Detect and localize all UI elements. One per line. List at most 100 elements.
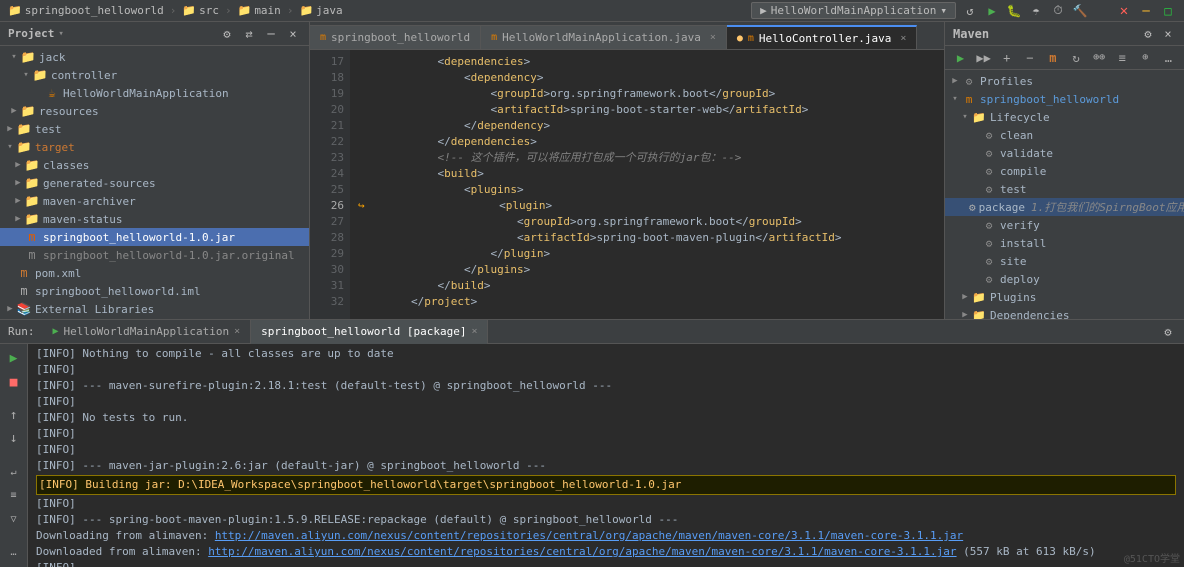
maven-item-install[interactable]: ⚙ install	[945, 234, 1184, 252]
generate-sources-button[interactable]: ⊕⊕	[1090, 49, 1109, 67]
title-bar-controls: ▶ HelloWorldMainApplication ▾ ↺ ▶ 🐛 ☂ ⏱ …	[751, 2, 1176, 19]
settings-button[interactable]: ≡	[1113, 49, 1132, 67]
tree-item-resources[interactable]: ▶ 📁 resources	[0, 102, 309, 120]
maven-item-plugins[interactable]: ▶ 📁 Plugins	[945, 288, 1184, 306]
tree-item-jar[interactable]: m springboot_helloworld-1.0.jar	[0, 228, 309, 246]
run-play-button[interactable]: ▶	[3, 348, 25, 369]
profile-button[interactable]: ⏱	[1050, 3, 1066, 19]
run-tab-helloworldmain[interactable]: ▶ HelloWorldMainApplication ×	[43, 320, 252, 344]
tree-view-button[interactable]: ≡	[3, 485, 25, 506]
folder-icon: 📁	[16, 122, 32, 136]
tree-item-classes[interactable]: ▶ 📁 classes	[0, 156, 309, 174]
maven-item-validate[interactable]: ⚙ validate	[945, 144, 1184, 162]
tab-close-icon[interactable]: ×	[900, 33, 906, 44]
tab-springboot-helloworld[interactable]: m springboot_helloworld	[310, 25, 481, 49]
add-config-button[interactable]: ⊕	[1136, 49, 1155, 67]
maven-item-deploy[interactable]: ⚙ deploy	[945, 270, 1184, 288]
watermark: @51CTO学堂	[1124, 550, 1180, 565]
arrow-icon: ▶	[4, 304, 16, 314]
debug-button[interactable]: 🐛	[1006, 3, 1022, 19]
scroll-up-button[interactable]: ↑	[3, 405, 25, 426]
tree-item-iml[interactable]: m springboot_helloworld.iml	[0, 282, 309, 300]
refresh-button[interactable]: ↻	[1066, 49, 1085, 67]
filter-button[interactable]: ▽	[3, 508, 25, 529]
coverage-button[interactable]: ☂	[1028, 3, 1044, 19]
tab-close-icon[interactable]: ×	[471, 326, 477, 337]
maven-item-verify[interactable]: ⚙ verify	[945, 216, 1184, 234]
maven-item-lifecycle[interactable]: ▾ 📁 Lifecycle	[945, 108, 1184, 126]
tab-label: HelloController.java	[759, 32, 891, 45]
libs-icon: 📚	[16, 302, 32, 316]
build-refresh-button[interactable]: ↺	[962, 3, 978, 19]
title-bar: 📁 springboot_helloworld › 📁 src › 📁 main…	[0, 0, 1184, 22]
run-goal-button[interactable]: ▶	[951, 49, 970, 67]
maximize-button[interactable]: □	[1160, 3, 1176, 19]
run-side-toolbar: ▶ ■ ↑ ↓ ↵ ≡ ▽ …	[0, 344, 28, 567]
run-tab-package[interactable]: springboot_helloworld [package] ×	[251, 320, 488, 344]
tree-item-jar-original[interactable]: m springboot_helloworld-1.0.jar.original	[0, 246, 309, 264]
tree-item-pom[interactable]: m pom.xml	[0, 264, 309, 282]
maven-item-package[interactable]: ⚙ package 1.打包我们的SpirngBoot应用	[945, 198, 1184, 216]
settings-icon[interactable]: ⚙	[219, 26, 235, 42]
arrow-icon: ▶	[12, 214, 24, 224]
close-button[interactable]: ✕	[1116, 3, 1132, 19]
tree-item-jack[interactable]: ▾ 📁 jack	[0, 48, 309, 66]
more-button[interactable]: …	[1159, 49, 1178, 67]
gear-icon: ⚙	[969, 201, 976, 214]
download-link[interactable]: http://maven.aliyun.com/nexus/content/re…	[215, 529, 963, 542]
tree-label: classes	[43, 159, 89, 172]
tree-item-target[interactable]: ▾ 📁 target	[0, 138, 309, 156]
maven-item-test[interactable]: ⚙ test	[945, 180, 1184, 198]
folder-icon: 📁	[16, 140, 32, 154]
tree-item-maven-status[interactable]: ▶ 📁 maven-status	[0, 210, 309, 228]
tab-hellocontroller[interactable]: ● m HelloController.java ×	[727, 25, 918, 49]
run-button[interactable]: ▶	[984, 3, 1000, 19]
maven-item-clean[interactable]: ⚙ clean	[945, 126, 1184, 144]
minimize-button[interactable]: ─	[1138, 3, 1154, 19]
tree-label: test	[35, 123, 62, 136]
run-config-selector[interactable]: ▶ HelloWorldMainApplication ▾	[751, 2, 956, 19]
maven-close-icon[interactable]: ×	[1160, 26, 1176, 42]
maven-item-compile[interactable]: ⚙ compile	[945, 162, 1184, 180]
tree-item-generated-sources[interactable]: ▶ 📁 generated-sources	[0, 174, 309, 192]
code-line: <build>	[358, 166, 944, 182]
arrow-icon: ▾	[8, 52, 20, 62]
run-settings-icon[interactable]: ⚙	[1160, 324, 1176, 340]
add-button[interactable]: +	[997, 49, 1016, 67]
minus-button[interactable]: −	[1020, 49, 1039, 67]
downloaded-link[interactable]: http://maven.aliyun.com/nexus/content/re…	[208, 545, 956, 558]
settings-button[interactable]: …	[3, 542, 25, 563]
minimize-panel-icon[interactable]: ─	[263, 26, 279, 42]
tree-item-maven-archiver[interactable]: ▶ 📁 maven-archiver	[0, 192, 309, 210]
tree-label: springboot_helloworld-1.0.jar.original	[43, 249, 295, 262]
maven-item-project[interactable]: ▾ m springboot_helloworld	[945, 90, 1184, 108]
tree-item-controller[interactable]: ▾ 📁 controller	[0, 66, 309, 84]
wrap-text-button[interactable]: ↵	[3, 461, 25, 482]
run-tab-icon: ▶	[53, 326, 59, 337]
stop-button[interactable]: ■	[3, 371, 25, 392]
tab-icon: m	[491, 32, 497, 43]
editor-tabs: m springboot_helloworld m HelloWorldMain…	[310, 22, 944, 50]
build-button[interactable]: 🔨	[1072, 3, 1088, 19]
tree-item-helloworldmain[interactable]: ☕ HelloWorldMainApplication	[0, 84, 309, 102]
tab-helloworldmain[interactable]: m HelloWorldMainApplication.java ×	[481, 25, 727, 49]
maven-item-profiles[interactable]: ▶ ⚙ Profiles	[945, 72, 1184, 90]
arrow-icon: ▶	[12, 160, 24, 170]
maven-settings-icon[interactable]: ⚙	[1140, 26, 1156, 42]
tree-item-external-libs[interactable]: ▶ 📚 External Libraries	[0, 300, 309, 318]
maven-icon[interactable]: m	[1043, 49, 1062, 67]
close-panel-icon[interactable]: ×	[285, 26, 301, 42]
maven-item-site[interactable]: ⚙ site	[945, 252, 1184, 270]
arrow-icon: ▾	[949, 94, 961, 104]
sync-icon[interactable]: ⇄	[241, 26, 257, 42]
run-goals-button[interactable]: ▶▶	[974, 49, 993, 67]
run-icon: ▶	[760, 4, 767, 17]
tree-label: generated-sources	[43, 177, 156, 190]
tab-close-icon[interactable]: ×	[710, 32, 716, 43]
tree-item-test[interactable]: ▶ 📁 test	[0, 120, 309, 138]
folder-icon: 📁	[299, 4, 313, 17]
folder-icon: 📁	[24, 212, 40, 226]
maven-label: validate	[1000, 147, 1053, 160]
tab-close-icon[interactable]: ×	[234, 326, 240, 337]
scroll-down-button[interactable]: ↓	[3, 428, 25, 449]
